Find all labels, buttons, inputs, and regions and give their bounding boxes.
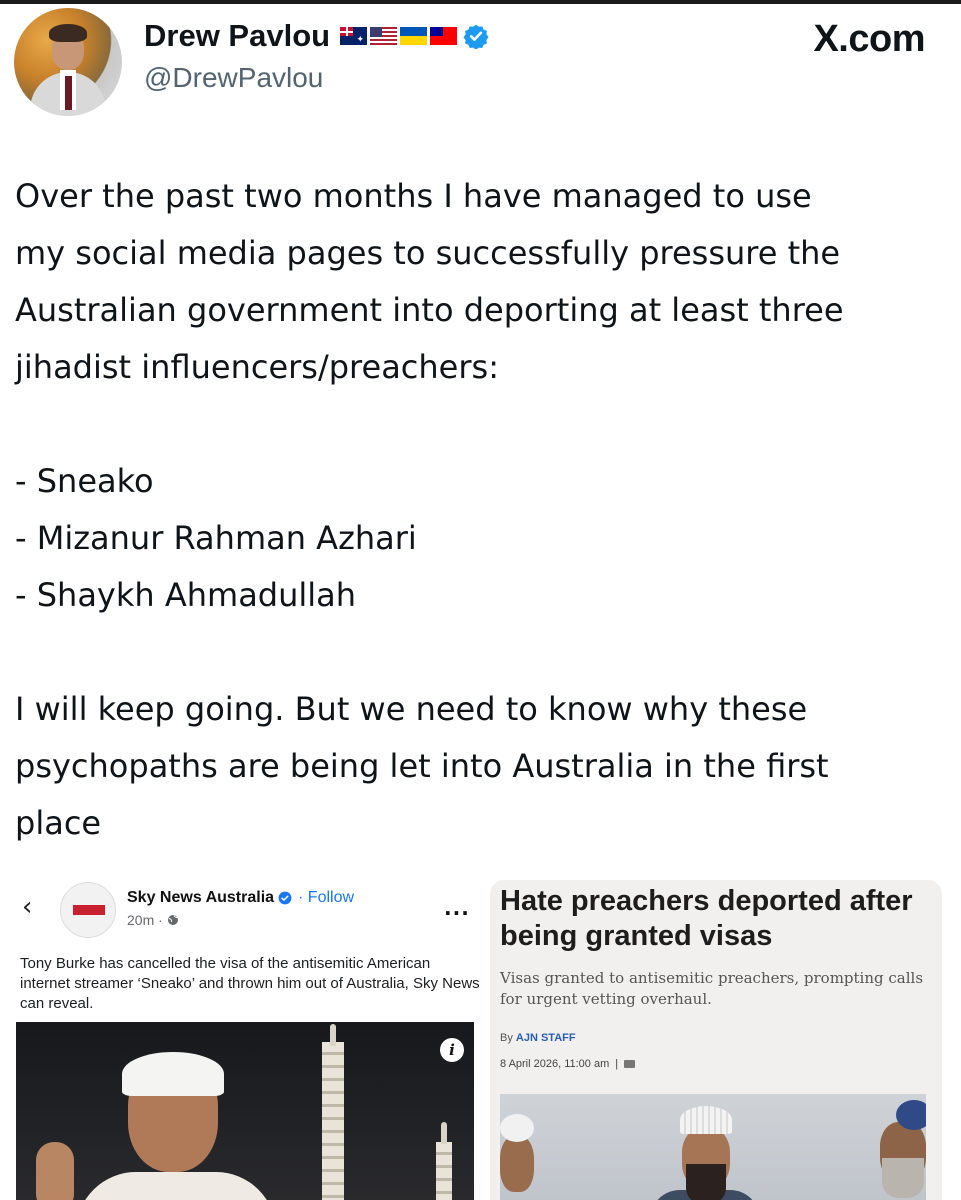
comment-icon[interactable] (624, 1060, 636, 1068)
list-item: - Mizanur Rahman Azhari (15, 519, 417, 557)
australia-flag-icon (340, 27, 368, 45)
tweet-line: Australian government into deporting at … (15, 291, 844, 329)
article-date: 8 April 2026, 11:00 am | (500, 1058, 636, 1070)
list-item: - Sneako (15, 462, 154, 500)
byline-author-link[interactable]: AJN STAFF (516, 1032, 576, 1044)
article-subhead: Visas granted to antisemitic preachers, … (500, 969, 924, 1008)
more-options-button[interactable]: ... (444, 896, 470, 920)
list-item: - Shaykh Ahmadullah (15, 576, 357, 614)
article-photo[interactable] (500, 1094, 926, 1200)
source-name[interactable]: Sky News Australia (127, 889, 274, 907)
tweet-line: psychopaths are being let into Australia… (15, 747, 829, 785)
top-border (0, 0, 961, 4)
tweet-line: Over the past two months I have managed … (15, 177, 812, 215)
tweet-line: jihadist influencers/preachers: (15, 348, 499, 386)
tweet-line: I will keep going. But we need to know w… (15, 690, 808, 728)
source-name-row: Sky News Australia · Follow (127, 889, 354, 907)
sky-news-logo[interactable] (60, 882, 116, 938)
globe-icon (167, 915, 178, 925)
verified-badge-icon (463, 24, 489, 49)
back-chevron-icon[interactable]: ‹ (22, 892, 32, 922)
article-byline: By AJN STAFF (500, 1032, 576, 1044)
tweet-line: place (15, 804, 102, 842)
post-photo[interactable]: i (16, 1022, 474, 1200)
sky-news-post-card[interactable]: ‹ Sky News Australia · Follow 20m · ... … (16, 876, 482, 1200)
post-description: Tony Burke has cancelled the visa of the… (20, 955, 480, 1012)
info-icon[interactable]: i (440, 1038, 464, 1062)
follow-button[interactable]: · Follow (298, 889, 354, 907)
tweet-line: my social media pages to successfully pr… (15, 234, 841, 272)
ukraine-flag-icon (400, 27, 428, 45)
x-brand-watermark: X.com (813, 18, 925, 60)
taiwan-flag-icon (430, 27, 458, 45)
usa-flag-icon (370, 27, 398, 45)
author-avatar[interactable] (14, 8, 122, 116)
author-handle[interactable]: @DrewPavlou (144, 62, 323, 94)
tweet-text: Over the past two months I have managed … (15, 168, 950, 852)
ajn-article-card[interactable]: Hate preachers deported after being gran… (490, 880, 942, 1200)
post-timestamp: 20m · (127, 912, 179, 928)
verified-badge-icon (278, 891, 292, 905)
author-name-row: Drew Pavlou (144, 14, 489, 58)
author-display-name[interactable]: Drew Pavlou (144, 18, 330, 54)
article-headline[interactable]: Hate preachers deported after being gran… (500, 884, 940, 954)
flag-emojis (340, 27, 458, 45)
